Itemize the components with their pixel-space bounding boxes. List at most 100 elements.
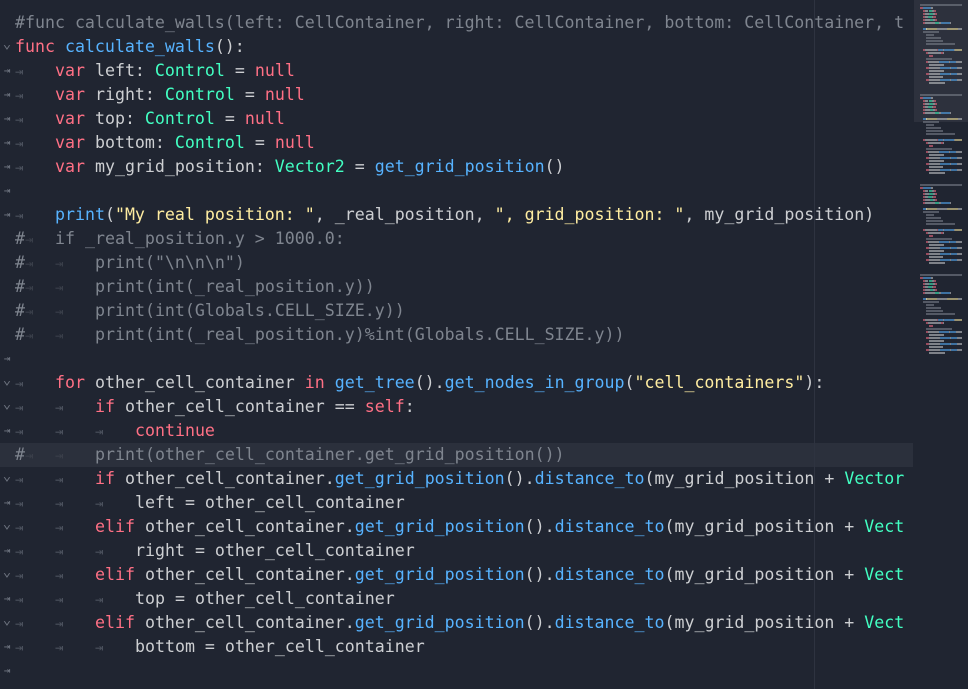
code-token: top = other_cell_container	[135, 589, 395, 608]
code-token: print(other_cell_container.get_grid_posi…	[95, 445, 565, 464]
tab-arrow-icon	[95, 588, 135, 612]
minimap-line	[926, 298, 938, 300]
code-token: :	[404, 397, 415, 416]
tab-arrow-icon	[15, 492, 55, 516]
minimap-line	[931, 187, 933, 189]
minimap-line	[949, 292, 952, 294]
chevron-down-icon[interactable]: ⌄	[0, 35, 14, 53]
minimap-line	[943, 322, 944, 324]
minimap-line	[940, 67, 950, 69]
minimap-line	[934, 190, 937, 192]
minimap-line	[934, 283, 937, 285]
minimap[interactable]	[914, 0, 968, 689]
tab-arrow-icon	[55, 300, 95, 324]
code-line[interactable]: ⇥	[0, 347, 913, 371]
chevron-down-icon[interactable]: ⌄	[0, 515, 14, 533]
code-token: (my_grid_position +	[664, 565, 865, 584]
minimap-line	[929, 160, 945, 162]
code-line[interactable]: # print(other_cell_container.get_grid_pos…	[0, 443, 913, 467]
code-line[interactable]: ⌄ func calculate_walls():	[0, 35, 913, 59]
chevron-down-icon[interactable]: ⌄	[0, 467, 14, 485]
code-area[interactable]: #func calculate_walls(left: CellContaine…	[0, 11, 913, 683]
minimap-line	[944, 319, 955, 321]
code-line[interactable]: ⇥	[0, 179, 913, 203]
minimap-line	[934, 10, 937, 12]
code-token: null	[244, 109, 285, 128]
tab-arrow-icon: ⇥	[3, 664, 11, 677]
code-line[interactable]: # print(int(Globals.CELL_SIZE.y))	[0, 299, 913, 323]
minimap-line	[933, 16, 936, 18]
chevron-down-icon[interactable]: ⌄	[0, 563, 14, 581]
minimap-line	[957, 73, 962, 75]
code-line[interactable]: ⇥ var right: Control = null	[0, 83, 913, 107]
code-line[interactable]: ⇥ right = other_cell_container	[0, 539, 913, 563]
code-token: self	[364, 397, 405, 416]
tab-arrow-icon: ⇥	[3, 136, 11, 149]
code-token: ().	[504, 469, 535, 488]
code-token: left:	[94, 61, 155, 80]
code-line[interactable]: ⇥ print("My real position: ", _real_posit…	[0, 203, 913, 227]
code-line[interactable]: ⌄if other_cell_container == self:	[0, 395, 913, 419]
minimap-line	[957, 343, 962, 345]
minimap-line	[933, 196, 936, 198]
tab-arrow-icon	[55, 516, 95, 540]
code-token: bottom = other_cell_container	[135, 637, 425, 656]
minimap-line	[928, 163, 941, 165]
code-token: left = other_cell_container	[135, 493, 405, 512]
code-text: var right: Control = null	[15, 83, 305, 108]
minimap-line	[940, 169, 950, 171]
code-line[interactable]: # print(int(_real_position.y))	[0, 275, 913, 299]
code-line[interactable]: #func calculate_walls(left: CellContaine…	[0, 11, 913, 35]
minimap-line	[928, 67, 941, 69]
code-line[interactable]: ⇥ var my_grid_position: Vector2 = get_gri…	[0, 155, 913, 179]
minimap-line	[926, 217, 942, 219]
code-line[interactable]: ⇥ var bottom: Control = null	[0, 131, 913, 155]
code-line[interactable]: ⇥ left = other_cell_container	[0, 491, 913, 515]
code-token: (my_grid_position +	[664, 613, 865, 632]
code-line[interactable]: # print("\n\n\n")	[0, 251, 913, 275]
minimap-line	[954, 139, 962, 141]
minimap-line	[940, 337, 950, 339]
minimap-line	[934, 100, 937, 102]
minimap-line	[925, 229, 937, 231]
code-line[interactable]: # if _real_position.y > 1000.0:	[0, 227, 913, 251]
chevron-down-icon[interactable]: ⌄	[0, 371, 14, 389]
minimap-line	[954, 49, 962, 51]
code-line[interactable]: ⌄elif other_cell_container.get_grid_posi…	[0, 515, 913, 539]
code-token: Control	[174, 133, 245, 152]
code-line[interactable]: ⇥ bottom = other_cell_container	[0, 635, 913, 659]
tab-arrow-icon	[25, 444, 55, 468]
chevron-down-icon[interactable]: ⌄	[0, 395, 14, 413]
minimap-line	[934, 13, 937, 15]
code-line[interactable]: ⌄for other_cell_container in get_tree().…	[0, 371, 913, 395]
minimap-line	[957, 253, 962, 255]
code-line[interactable]: ⌄if other_cell_container.get_grid_positi…	[0, 467, 913, 491]
line-length-guide	[814, 0, 815, 689]
minimap-line	[928, 169, 941, 171]
tab-arrow-icon	[55, 588, 95, 612]
code-token: =	[224, 61, 255, 80]
code-line[interactable]: ⇥ var top: Control = null	[0, 107, 913, 131]
minimap-line	[925, 319, 937, 321]
code-token: "My real position: "	[114, 205, 315, 224]
code-line[interactable]: ⇥ top = other_cell_container	[0, 587, 913, 611]
minimap-line	[926, 130, 944, 132]
tab-arrow-icon: ⇥	[3, 160, 11, 173]
code-line[interactable]: ⇥ var left: Control = null	[0, 59, 913, 83]
tab-arrow-icon	[55, 252, 95, 276]
code-line[interactable]: ⌄elif other_cell_container.get_grid_posi…	[0, 611, 913, 635]
minimap-line	[934, 193, 937, 195]
code-line[interactable]: ⇥	[0, 659, 913, 683]
code-editor[interactable]: #func calculate_walls(left: CellContaine…	[0, 0, 968, 689]
minimap-line	[922, 97, 931, 99]
tab-arrow-icon	[15, 540, 55, 564]
chevron-down-icon[interactable]: ⌄	[0, 611, 14, 629]
code-line[interactable]: ⌄elif other_cell_container.get_grid_posi…	[0, 563, 913, 587]
code-token: print(int(_real_position.y)%int(Globals.…	[95, 325, 625, 344]
code-line[interactable]: ⇥ continue	[0, 419, 913, 443]
minimap-line	[929, 166, 944, 168]
minimap-line	[928, 157, 941, 159]
code-text: # print(int(Globals.CELL_SIZE.y))	[15, 299, 405, 324]
minimap-line	[926, 148, 952, 150]
code-line[interactable]: # print(int(_real_position.y)%int(Globals…	[0, 323, 913, 347]
